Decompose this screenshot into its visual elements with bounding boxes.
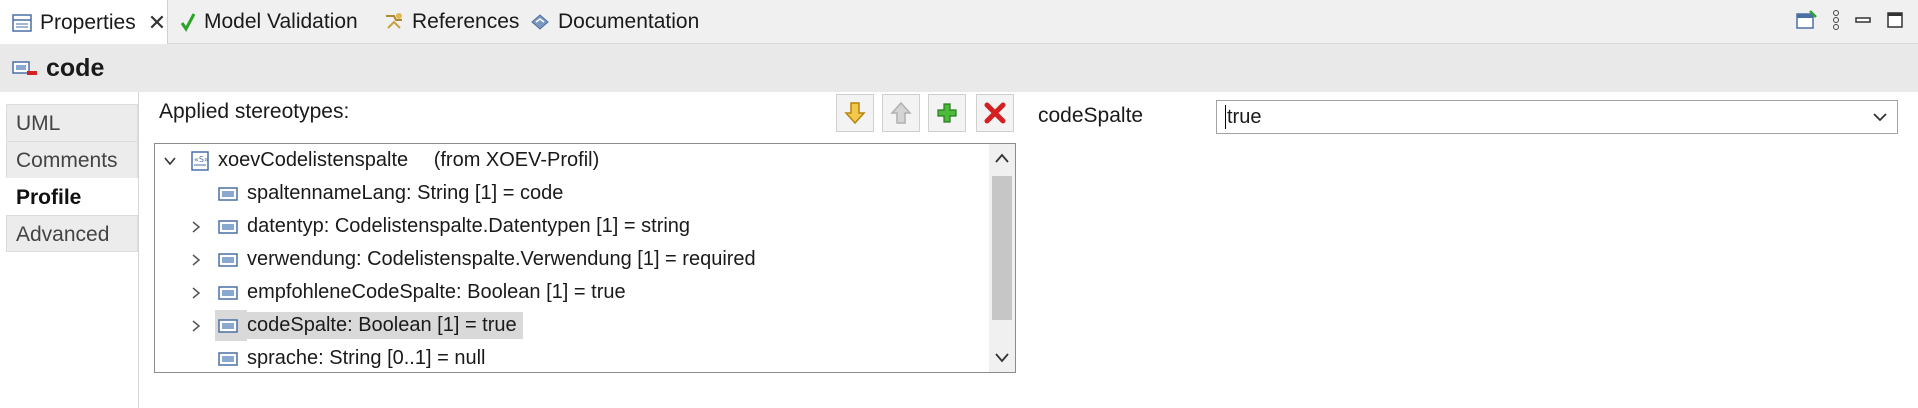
- stereotype-tree[interactable]: «S» xoevCodelistenspalte (from XOEV-Prof…: [154, 143, 1016, 373]
- property-value: true: [1227, 106, 1262, 128]
- checkmark-icon: [180, 13, 196, 32]
- tree-item-label: datentyp: Codelistenspalte.Datentypen [1…: [247, 215, 691, 237]
- documentation-icon: [531, 14, 549, 30]
- property-icon: [218, 252, 238, 267]
- property-icon: [218, 285, 238, 300]
- delete-icon: [984, 102, 1006, 124]
- maximize-icon[interactable]: [1886, 11, 1904, 34]
- references-icon: [386, 13, 402, 29]
- view-toolbar: [1782, 6, 1918, 38]
- vertical-scrollbar[interactable]: [989, 144, 1015, 372]
- property-name-label: codeSpalte: [1038, 104, 1144, 127]
- stereotype-icon: «S»: [191, 150, 209, 171]
- tree-item-label: codeSpalte: Boolean [1] = true: [247, 312, 523, 339]
- tab-label: Properties: [40, 10, 136, 34]
- divider: [138, 92, 139, 408]
- side-tab-profile[interactable]: Profile: [6, 178, 138, 215]
- side-tab-uml[interactable]: UML: [6, 104, 138, 141]
- applied-stereotypes-label: Applied stereotypes:: [159, 100, 350, 123]
- property-icon: [12, 61, 37, 75]
- tree-item-label: xoevCodelistenspalte (from XOEV-Profil): [218, 149, 599, 172]
- tab-label: Documentation: [558, 10, 700, 33]
- tab-model-validation[interactable]: Model Validation: [180, 0, 358, 44]
- arrow-down-icon: [844, 102, 866, 125]
- scrollbar-thumb[interactable]: [992, 176, 1012, 320]
- element-title-bar: code: [0, 44, 1918, 92]
- property-icon: [218, 351, 238, 366]
- move-down-button[interactable]: [836, 94, 874, 132]
- remove-stereotype-button[interactable]: [976, 94, 1014, 132]
- chevron-down-icon[interactable]: [163, 154, 177, 168]
- side-tab-advanced[interactable]: Advanced: [6, 215, 138, 252]
- chevron-right-icon[interactable]: [189, 253, 203, 267]
- stereotype-name: xoevCodelistenspalte: [218, 149, 409, 171]
- view-menu-icon[interactable]: [1832, 9, 1840, 36]
- chevron-right-icon[interactable]: [189, 319, 203, 333]
- tree-item-label: verwendung: Codelistenspalte.Verwendung …: [247, 248, 756, 270]
- page-title: code: [46, 53, 105, 82]
- tab-label: Model Validation: [204, 10, 358, 33]
- tab-label: References: [412, 10, 520, 33]
- view-tab-bar: Properties ✕ Model Validation References…: [0, 0, 1918, 45]
- add-stereotype-button[interactable]: [928, 94, 966, 132]
- tree-item-label: empfohleneCodeSpalte: Boolean [1] = true: [247, 281, 626, 303]
- text-cursor: [1225, 105, 1226, 129]
- pin-view-icon[interactable]: [1796, 9, 1818, 35]
- minimize-icon[interactable]: [1854, 12, 1872, 33]
- tab-documentation[interactable]: Documentation: [530, 0, 699, 44]
- property-value-select[interactable]: true: [1216, 100, 1898, 134]
- scroll-down-icon[interactable]: [994, 352, 1010, 364]
- tab-properties[interactable]: Properties ✕: [0, 0, 168, 45]
- tab-references[interactable]: References: [384, 0, 519, 44]
- properties-icon: [12, 13, 32, 32]
- property-icon: [218, 186, 238, 201]
- tree-item-label: sprache: String [0..1] = null: [247, 347, 486, 369]
- stereotype-source: (from XOEV-Profil): [433, 149, 600, 171]
- side-tab-list: UML Comments Profile Advanced: [6, 104, 138, 252]
- arrow-up-icon: [890, 101, 912, 124]
- chevron-down-icon[interactable]: [1871, 110, 1889, 124]
- chevron-right-icon[interactable]: [189, 220, 203, 234]
- property-icon: [218, 318, 238, 333]
- tree-item-label: spaltennameLang: String [1] = code: [247, 182, 564, 204]
- close-icon[interactable]: ✕: [148, 10, 166, 36]
- svg-text:«S»: «S»: [194, 155, 209, 164]
- plus-icon: [937, 103, 957, 123]
- scroll-up-icon[interactable]: [994, 152, 1010, 164]
- property-icon: [218, 219, 238, 234]
- chevron-right-icon[interactable]: [189, 286, 203, 300]
- side-tab-comments[interactable]: Comments: [6, 141, 138, 178]
- move-up-button[interactable]: [882, 94, 920, 132]
